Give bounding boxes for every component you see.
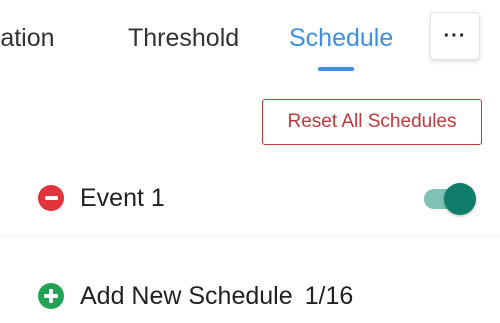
schedule-count: 1/16 [304,282,354,310]
tab-schedule[interactable]: Schedule [289,22,393,54]
remove-circle-icon[interactable] [38,185,64,211]
add-circle-icon[interactable] [38,283,64,309]
toggle-knob [444,183,476,215]
event-enabled-toggle[interactable] [424,182,476,215]
more-options-button[interactable]: ··· [430,12,480,60]
event-label[interactable]: Event 1 [80,182,165,214]
tab-threshold[interactable]: Threshold [128,22,239,54]
more-horizontal-icon: ··· [443,24,467,47]
active-tab-indicator [318,67,354,71]
list-item: Event 1 [0,160,500,237]
tab-operation[interactable]: ration [0,22,55,54]
reset-all-schedules-button[interactable]: Reset All Schedules [262,99,482,145]
add-schedule-text: Add New Schedule [80,282,293,310]
tab-bar: ration Threshold Schedule ··· [0,0,500,80]
add-new-schedule-row[interactable]: Add New Schedule 1/16 [0,260,500,323]
add-schedule-label[interactable]: Add New Schedule 1/16 [80,280,353,312]
